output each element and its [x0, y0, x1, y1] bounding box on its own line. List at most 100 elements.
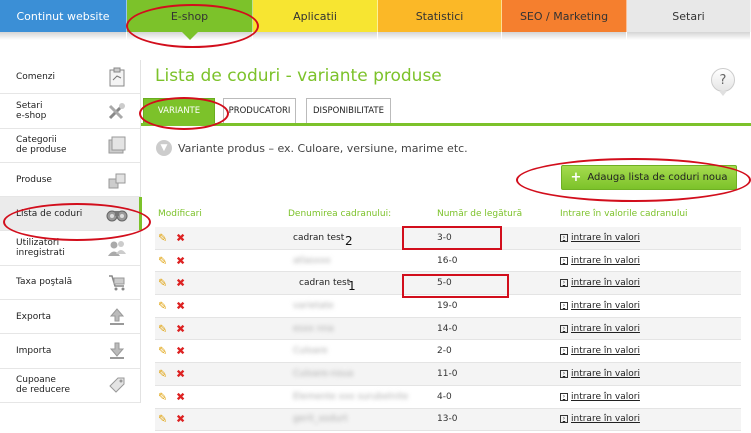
- sidebar-item-users[interactable]: Utilizatori inregistrati: [0, 231, 140, 266]
- subtab-variants[interactable]: VARIANTE: [143, 98, 215, 123]
- link-label: intrare în valori: [571, 255, 640, 266]
- sidebar-item-label: Comenzi: [16, 71, 56, 82]
- row-number: 4-0: [437, 391, 452, 402]
- cart-icon: [106, 271, 128, 293]
- link-label: intrare în valori: [571, 232, 640, 243]
- delete-x-icon[interactable]: ✖: [176, 231, 185, 244]
- arrow-box-icon: ›: [560, 415, 568, 424]
- sidebar-item-label: Utilizatori inregistrati: [16, 238, 65, 259]
- enter-values-link[interactable]: › intrare în valori: [560, 278, 640, 288]
- nav-tab-eshop[interactable]: E-shop: [127, 0, 253, 40]
- row-name: esxx nna: [293, 323, 334, 334]
- sidebar-item-label: Categorii de produse: [16, 135, 67, 156]
- delete-x-icon[interactable]: ✖: [176, 367, 185, 380]
- arrow-down-icon: ▼: [156, 140, 172, 156]
- table-row: ✎ ✖ varietate 19-0 › intrare în valori: [155, 295, 741, 318]
- arrow-box-icon: ›: [560, 301, 568, 310]
- sidebar-item-export[interactable]: Exporta: [0, 300, 140, 335]
- link-label: intrare în valori: [571, 414, 640, 425]
- delete-x-icon[interactable]: ✖: [176, 322, 185, 335]
- enter-values-link[interactable]: › intrare în valori: [560, 414, 640, 424]
- table-row: ✎ ✖ Culoare-noua 11-0 › intrare în valori: [155, 363, 741, 386]
- binoculars-icon: [106, 203, 128, 225]
- enter-values-link[interactable]: › intrare în valori: [560, 301, 640, 311]
- enter-values-link[interactable]: › intrare în valori: [560, 233, 640, 243]
- delete-x-icon[interactable]: ✖: [176, 390, 185, 403]
- enter-values-link[interactable]: › intrare în valori: [560, 256, 640, 266]
- add-button-label: Adauga lista de coduri noua: [587, 172, 728, 183]
- row-name: Elemente xxx surubelnite: [293, 391, 409, 402]
- edit-pencil-icon[interactable]: ✎: [158, 277, 167, 290]
- subtabs: VARIANTE PRODUCATORI DISPONIBILITATE: [141, 96, 751, 126]
- table-row: ✎ ✖ cadran test 3-0 › intrare în valori: [155, 227, 741, 250]
- users-icon: [106, 237, 128, 259]
- col-header-number: Număr de legătură: [437, 209, 523, 219]
- row-number: 16-0: [437, 255, 458, 266]
- table-row: ✎ ✖ cadran test 5-0 › intrare în valori: [155, 272, 741, 296]
- sidebar-item-products[interactable]: Produse: [0, 163, 140, 198]
- tag-icon: [106, 374, 128, 396]
- link-label: intrare în valori: [571, 323, 640, 334]
- page-title: Lista de coduri - variante produse: [155, 66, 442, 86]
- table-row: ✎ ✖ Culoare 2-0 › intrare în valori: [155, 340, 741, 364]
- enter-values-link[interactable]: › intrare în valori: [560, 392, 640, 402]
- edit-pencil-icon[interactable]: ✎: [158, 322, 167, 335]
- sidebar-item-label: Produse: [16, 174, 52, 185]
- edit-pencil-icon[interactable]: ✎: [158, 413, 167, 426]
- sidebar-item-orders[interactable]: Comenzi: [0, 60, 140, 95]
- sidebar-item-label: Cupoane de reducere: [16, 375, 71, 396]
- row-name: gerit_xodurt: [293, 414, 348, 425]
- row-name: cadran test: [299, 278, 351, 289]
- sidebar-item-label: Lista de coduri: [16, 208, 83, 219]
- edit-pencil-icon[interactable]: ✎: [158, 254, 167, 267]
- sidebar: Comenzi Setari e-shop Categorii de produ…: [0, 60, 142, 403]
- table-row: ✎ ✖ Elemente xxx surubelnite 4-0 › intrare…: [155, 386, 741, 409]
- delete-x-icon[interactable]: ✖: [176, 254, 185, 267]
- row-name: Culoare-noua: [293, 368, 354, 379]
- nav-tab-seo[interactable]: SEO / Marketing: [502, 0, 627, 40]
- enter-values-link[interactable]: › intrare în valori: [560, 369, 640, 379]
- clipboard-icon: [106, 66, 128, 88]
- delete-x-icon[interactable]: ✖: [176, 299, 185, 312]
- table-row: ✎ ✖ atlasxxx 16-0 › intrare în valori: [155, 250, 741, 273]
- link-label: intrare în valori: [571, 391, 640, 402]
- code-list-table: ✎ ✖ cadran test 3-0 › intrare în valori ✎ ✖…: [155, 227, 741, 432]
- sidebar-item-shipping[interactable]: Taxa poştală: [0, 266, 140, 301]
- col-header-name: Denumirea cadranului:: [288, 209, 392, 219]
- help-icon[interactable]: ?: [711, 68, 735, 96]
- edit-pencil-icon[interactable]: ✎: [158, 299, 167, 312]
- enter-values-link[interactable]: › intrare în valori: [560, 324, 640, 334]
- table-header: Modificari Denumirea cadranului: Număr d…: [155, 207, 741, 225]
- row-number: 13-0: [437, 414, 458, 425]
- sidebar-item-label: Taxa poştală: [16, 277, 73, 288]
- edit-pencil-icon[interactable]: ✎: [158, 367, 167, 380]
- row-number: 19-0: [437, 300, 458, 311]
- delete-x-icon[interactable]: ✖: [176, 413, 185, 426]
- arrow-box-icon: ›: [560, 279, 568, 288]
- sidebar-item-label: Importa: [16, 346, 52, 357]
- arrow-box-icon: ›: [560, 347, 568, 356]
- subtab-availability[interactable]: DISPONIBILITATE: [306, 98, 391, 123]
- description-text: Variante produs – ex. Culoare, versiune,…: [178, 141, 468, 155]
- row-name: varietate: [293, 300, 334, 311]
- sidebar-item-categories[interactable]: Categorii de produse: [0, 129, 140, 163]
- add-code-list-button[interactable]: + Adauga lista de coduri noua: [561, 165, 737, 190]
- delete-x-icon[interactable]: ✖: [176, 277, 185, 290]
- nav-tab-settings[interactable]: Setari: [627, 0, 751, 40]
- nav-tab-statistics[interactable]: Statistici: [378, 0, 502, 40]
- nav-tab-apps[interactable]: Aplicatii: [253, 0, 378, 40]
- edit-pencil-icon[interactable]: ✎: [158, 390, 167, 403]
- sidebar-item-code-list[interactable]: Lista de coduri: [0, 197, 142, 232]
- nav-tab-content[interactable]: Continut website: [0, 0, 127, 40]
- sidebar-item-eshop-settings[interactable]: Setari e-shop: [0, 94, 140, 129]
- sidebar-item-coupons[interactable]: Cupoane de reducere: [0, 369, 140, 403]
- edit-pencil-icon[interactable]: ✎: [158, 231, 167, 244]
- arrow-box-icon: ›: [560, 392, 568, 401]
- edit-pencil-icon[interactable]: ✎: [158, 345, 167, 358]
- enter-values-link[interactable]: › intrare în valori: [560, 346, 640, 356]
- delete-x-icon[interactable]: ✖: [176, 345, 185, 358]
- link-label: intrare în valori: [571, 278, 640, 289]
- sidebar-item-import[interactable]: Importa: [0, 334, 140, 369]
- arrow-box-icon: ›: [560, 324, 568, 333]
- subtab-producers[interactable]: PRODUCATORI: [223, 98, 296, 123]
